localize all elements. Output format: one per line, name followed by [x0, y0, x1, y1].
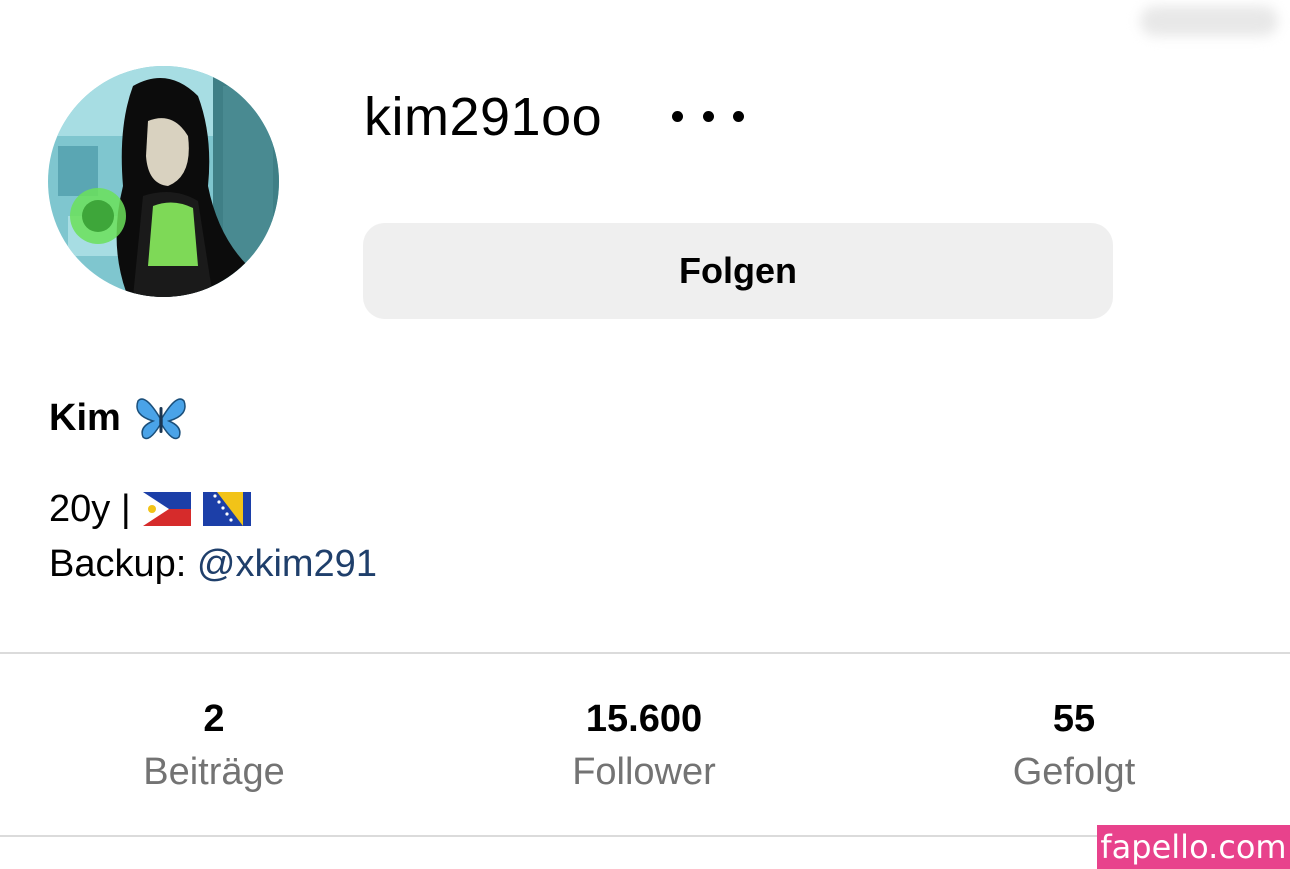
posts-stat[interactable]: 2 Beiträge [64, 694, 364, 800]
stats-divider-top [0, 652, 1290, 654]
profile-page: kim291oo Folgen Kim 20y | Backup: @xkim2… [0, 0, 1290, 869]
blurred-status-element [1140, 6, 1278, 36]
watermark: fapello.com [1097, 825, 1290, 869]
avatar[interactable] [48, 66, 279, 297]
bio-age-text: 20y | [49, 488, 131, 530]
profile-username: kim291oo [364, 87, 603, 147]
follow-button[interactable]: Folgen [363, 223, 1113, 319]
more-dot [672, 110, 683, 122]
following-stat[interactable]: 55 Gefolgt [924, 694, 1224, 800]
followers-count: 15.600 [585, 698, 703, 740]
more-dot [702, 110, 714, 122]
bio-line-backup: Backup: @xkim291 [49, 538, 377, 590]
backup-account-link[interactable]: @xkim291 [197, 543, 377, 585]
following-count: 55 [1052, 698, 1096, 740]
bosnia-flag-icon [202, 492, 251, 526]
display-name: Kim [49, 392, 187, 444]
display-name-text: Kim [49, 397, 121, 439]
following-label: Gefolgt [1012, 751, 1136, 793]
butterfly-icon [136, 398, 186, 440]
avatar-image [48, 66, 279, 297]
philippines-flag-icon [142, 492, 191, 526]
followers-stat[interactable]: 15.600 Follower [494, 694, 794, 800]
bio-line-age: 20y | [49, 483, 251, 535]
followers-label: Follower [572, 751, 716, 793]
posts-label: Beiträge [143, 751, 285, 793]
posts-count: 2 [203, 698, 225, 740]
more-dot [733, 110, 744, 122]
more-options-icon[interactable] [672, 96, 744, 136]
bio-backup-label: Backup: [49, 543, 187, 585]
